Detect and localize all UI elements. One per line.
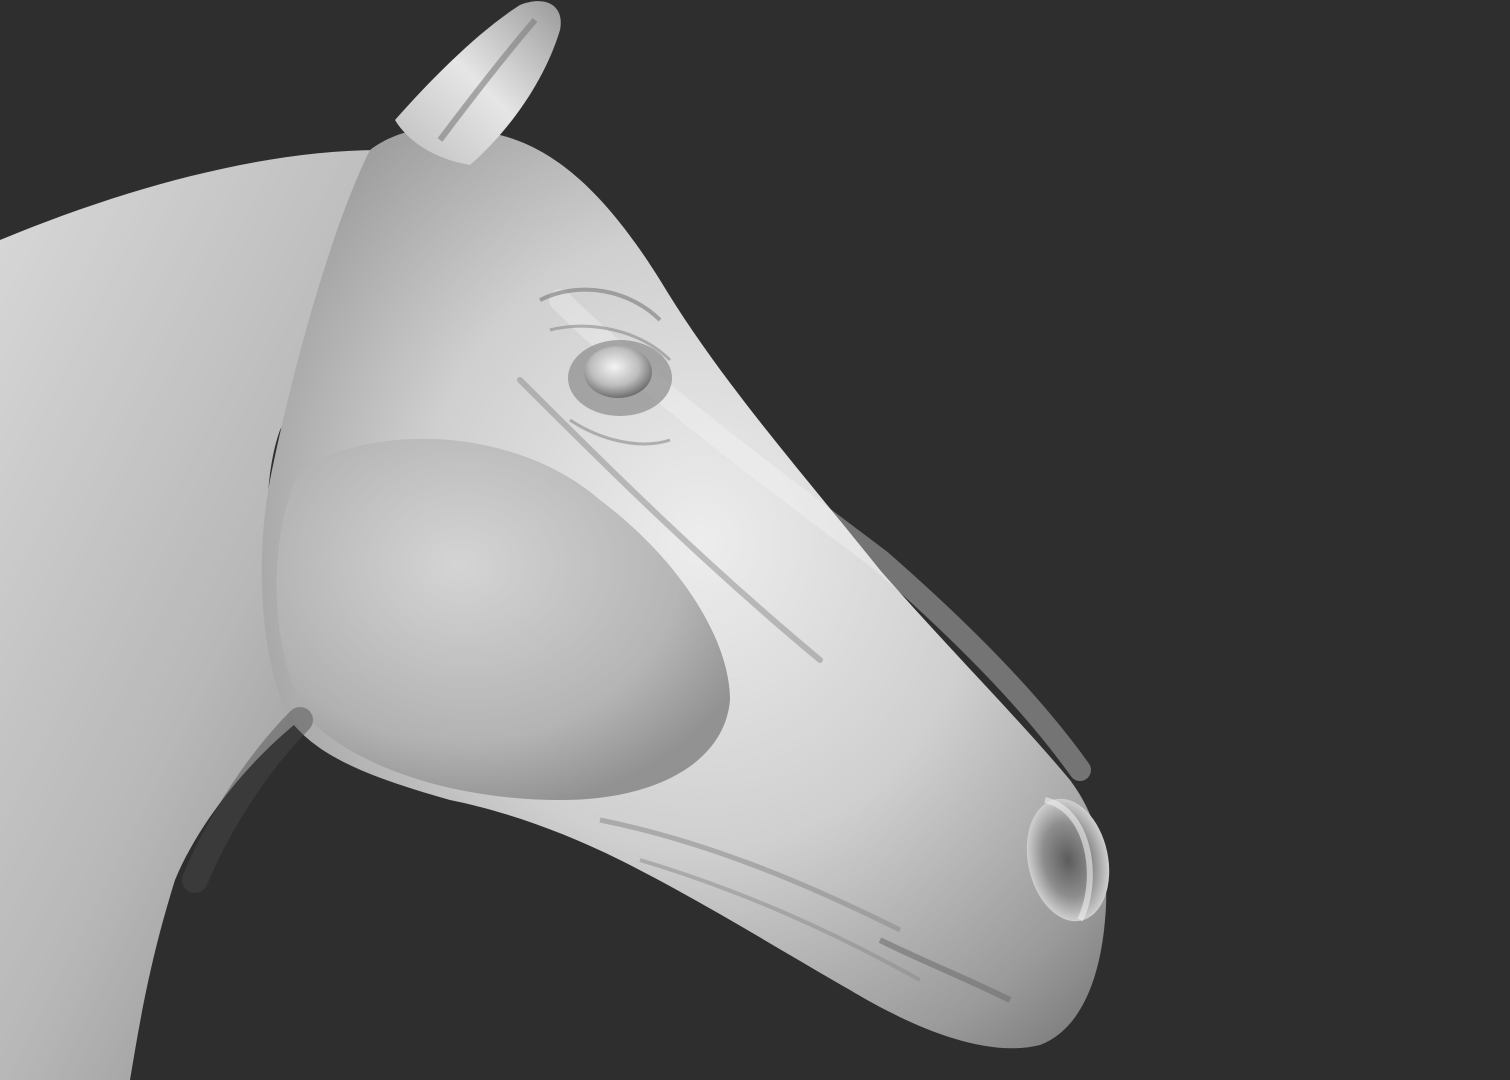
horse-head-render xyxy=(0,1,1110,1080)
eye-ball xyxy=(584,346,652,398)
ear-shape xyxy=(395,1,561,165)
sculpt-viewport xyxy=(0,0,1510,1080)
